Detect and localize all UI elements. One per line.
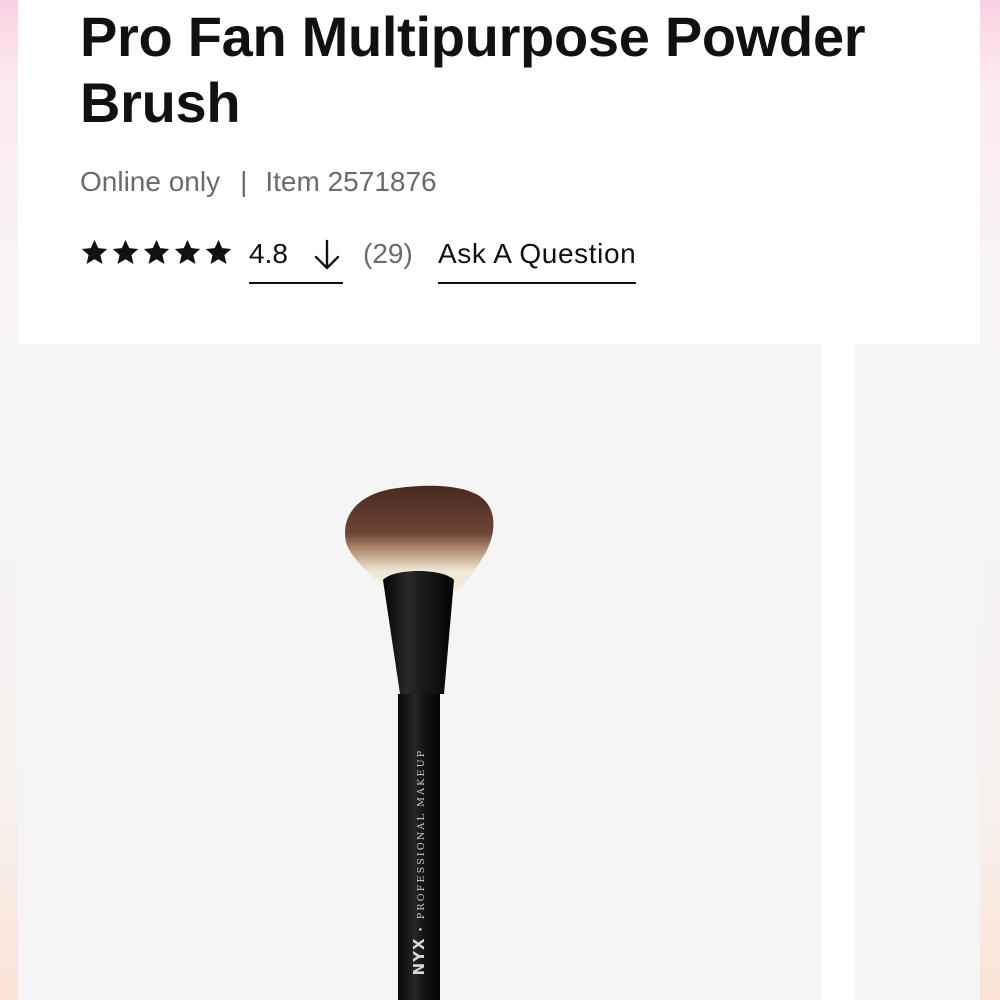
meta-separator: | [240, 166, 248, 197]
brush-ferrule [383, 571, 454, 694]
arrow-down-icon [314, 239, 340, 270]
star-icon [143, 239, 170, 264]
rating-value: 4.8 [249, 238, 288, 269]
review-count[interactable]: (29) [363, 236, 413, 272]
brand-tagline: PROFESSIONAL MAKEUP [416, 748, 427, 920]
product-image-next[interactable] [855, 344, 980, 1000]
star-icon [174, 239, 201, 264]
star-icon [205, 239, 232, 264]
star-rating [80, 238, 233, 267]
availability-label: Online only [80, 166, 221, 197]
brand-imprint: NYX • PROFESSIONAL MAKEUP [410, 748, 428, 976]
item-number: Item 2571876 [265, 166, 437, 197]
rating-row: 4.8 (29) Ask A Question [80, 232, 680, 284]
brand-wordmark: NYX [410, 937, 428, 976]
star-icon [112, 239, 139, 264]
product-meta: Online only | Item 2571876 [80, 164, 437, 200]
rating-value-link[interactable]: 4.8 [249, 232, 343, 284]
ask-question-link[interactable]: Ask A Question [438, 236, 637, 284]
product-title: Pro Fan Multipurpose Powder Brush [80, 5, 866, 134]
star-icon [81, 239, 108, 264]
